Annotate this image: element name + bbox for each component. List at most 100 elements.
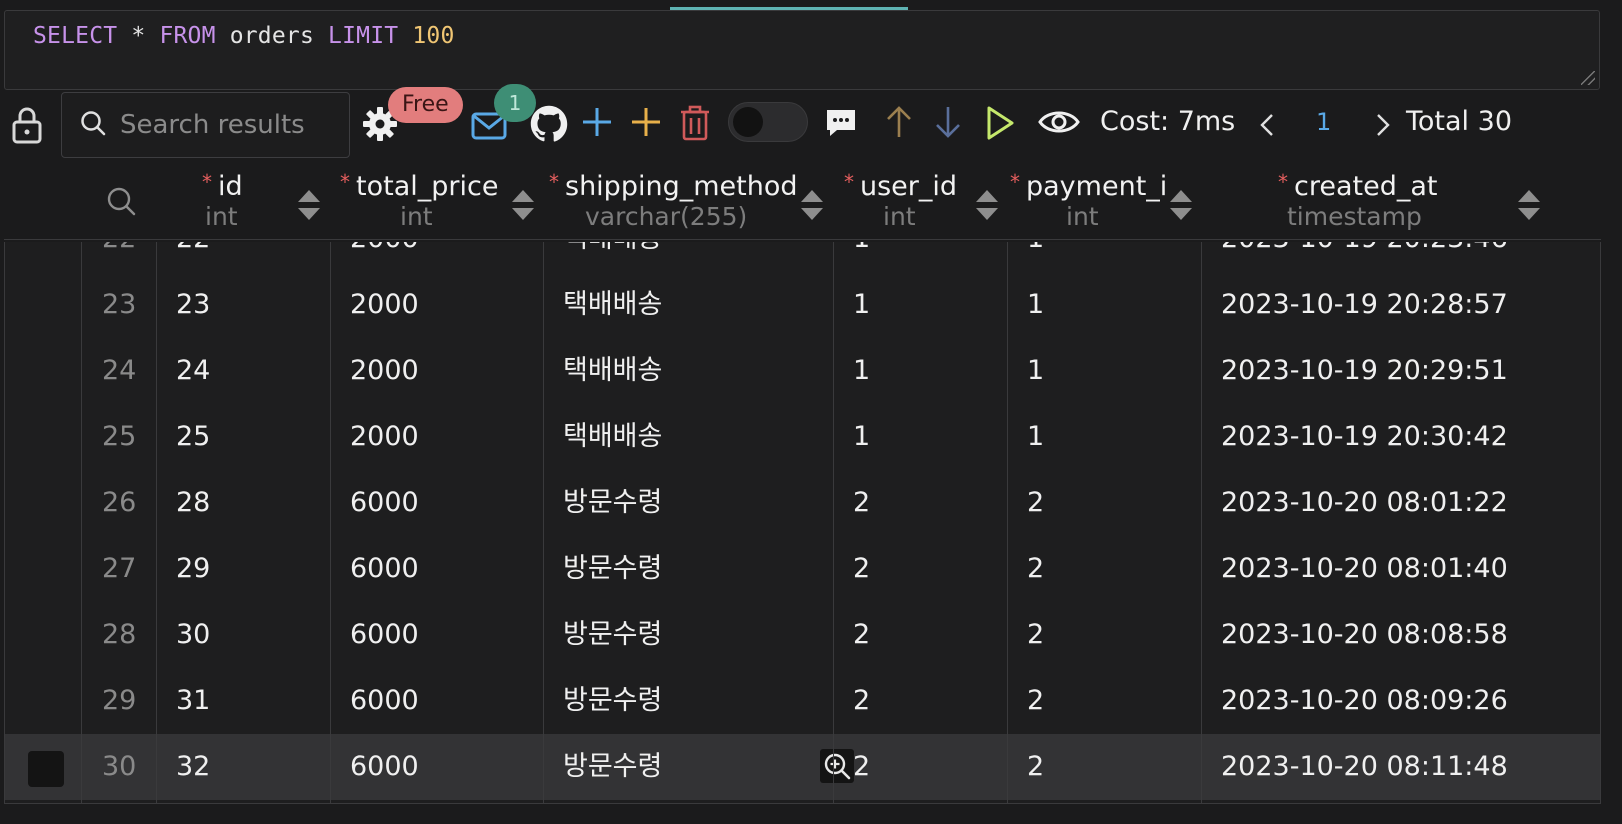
search-input[interactable] [118, 109, 328, 141]
zoom-in-icon[interactable] [820, 749, 854, 783]
cell-payment-i[interactable]: 2 [1007, 734, 1201, 800]
cell-created-at[interactable]: 2023-10-20 08:01:40 [1201, 536, 1600, 602]
column-header-shipping-method[interactable]: * shipping_method [549, 170, 797, 202]
chevron-left-icon[interactable] [1258, 112, 1276, 138]
cell-created-at[interactable]: 2023-10-19 20:30:42 [1201, 404, 1600, 470]
column-header-user-id[interactable]: * user_id [844, 170, 957, 202]
column-header-id[interactable]: * id [202, 170, 243, 202]
cell-shipping-method[interactable]: 방문수령 [543, 668, 833, 734]
sort-icon[interactable] [801, 190, 823, 220]
cell-payment-i[interactable]: 2 [1007, 602, 1201, 668]
cell-payment-i[interactable]: 1 [1007, 272, 1201, 338]
cell-total-price[interactable]: 6000 [330, 602, 543, 668]
cell-user-id[interactable]: 2 [833, 536, 1007, 602]
cell-id[interactable]: 22 [156, 242, 330, 272]
table-row[interactable]: 29 31 6000 방문수령 2 2 2023-10-20 08:09:26 [5, 668, 1600, 734]
cell-id[interactable]: 32 [156, 734, 330, 800]
cell-id[interactable]: 31 [156, 668, 330, 734]
cell-id[interactable]: 24 [156, 338, 330, 404]
sort-icon[interactable] [976, 190, 998, 220]
cell-user-id[interactable]: 2 [833, 602, 1007, 668]
arrow-up-icon[interactable] [886, 104, 912, 140]
cell-id[interactable]: 29 [156, 536, 330, 602]
cell-shipping-method[interactable]: 택배배송 [543, 242, 833, 272]
cell-user-id[interactable]: 1 [833, 242, 1007, 272]
table-row[interactable]: 23 23 2000 택배배송 1 1 2023-10-19 20:28:57 [5, 272, 1600, 338]
cell-created-at[interactable]: 2023-10-20 08:08:58 [1201, 602, 1600, 668]
table-row[interactable]: 25 25 2000 택배배송 1 1 2023-10-19 20:30:42 [5, 404, 1600, 470]
cell-user-id[interactable]: 2 [833, 734, 1007, 800]
search-icon[interactable] [104, 184, 138, 218]
add-row-button[interactable] [579, 104, 615, 140]
cell-total-price[interactable]: 2000 [330, 242, 543, 272]
cell-total-price[interactable]: 6000 [330, 470, 543, 536]
cell-payment-i[interactable]: 2 [1007, 470, 1201, 536]
column-header-created-at[interactable]: * created_at [1278, 170, 1437, 202]
cell-total-price[interactable]: 6000 [330, 536, 543, 602]
eye-icon[interactable] [1038, 106, 1080, 138]
cell-total-price[interactable]: 2000 [330, 338, 543, 404]
sql-query-text[interactable]: SELECT * FROM orders LIMIT 100 [33, 23, 455, 49]
cell-payment-i[interactable]: 1 [1007, 338, 1201, 404]
cell-user-id[interactable]: 1 [833, 272, 1007, 338]
column-header-total-price[interactable]: * total_price [340, 170, 498, 202]
table-row[interactable]: 30 32 6000 방문수령 2 2 2023-10-20 08:11:48 [5, 734, 1600, 800]
search-icon [80, 110, 106, 140]
sort-icon[interactable] [1518, 190, 1540, 220]
cell-payment-i[interactable]: 1 [1007, 404, 1201, 470]
current-page[interactable]: 1 [1316, 108, 1331, 136]
table-row[interactable]: 27 29 6000 방문수령 2 2 2023-10-20 08:01:40 [5, 536, 1600, 602]
cell-payment-i[interactable]: 1 [1007, 242, 1201, 272]
comment-icon[interactable] [824, 106, 858, 140]
cell-created-at[interactable]: 2023-10-19 20:29:51 [1201, 338, 1600, 404]
cell-created-at[interactable]: 2023-10-20 08:01:22 [1201, 470, 1600, 536]
cell-shipping-method[interactable]: 방문수령 [543, 470, 833, 536]
cell-shipping-method[interactable]: 택배배송 [543, 404, 833, 470]
cell-payment-i[interactable]: 2 [1007, 536, 1201, 602]
cell-user-id[interactable]: 1 [833, 338, 1007, 404]
cell-total-price[interactable]: 2000 [330, 272, 543, 338]
cell-user-id[interactable]: 2 [833, 668, 1007, 734]
cell-id[interactable]: 25 [156, 404, 330, 470]
cell-shipping-method[interactable]: 방문수령 [543, 536, 833, 602]
chevron-right-icon[interactable] [1374, 112, 1392, 138]
arrow-down-icon[interactable] [935, 104, 961, 140]
cell-shipping-method[interactable]: 택배배송 [543, 338, 833, 404]
sort-icon[interactable] [298, 190, 320, 220]
cell-payment-i[interactable]: 2 [1007, 668, 1201, 734]
grid-header: * id int * total_price int * shipping_method var… [4, 162, 1601, 240]
column-header-payment-i[interactable]: * payment_i [1010, 170, 1167, 202]
cell-id[interactable]: 23 [156, 272, 330, 338]
cell-total-price[interactable]: 6000 [330, 734, 543, 800]
table-row[interactable]: 24 24 2000 택배배송 1 1 2023-10-19 20:29:51 [5, 338, 1600, 404]
github-icon[interactable] [529, 104, 569, 144]
free-badge[interactable]: Free [388, 87, 463, 123]
add-column-button[interactable] [628, 104, 664, 140]
play-icon[interactable] [984, 104, 1016, 142]
cell-created-at[interactable]: 2023-10-19 20:23:46 [1201, 242, 1600, 272]
cell-shipping-method[interactable]: 방문수령 [543, 734, 833, 800]
lock-icon[interactable] [10, 106, 44, 144]
cell-created-at[interactable]: 2023-10-20 08:09:26 [1201, 668, 1600, 734]
table-row[interactable]: 26 28 6000 방문수령 2 2 2023-10-20 08:01:22 [5, 470, 1600, 536]
cell-user-id[interactable]: 1 [833, 404, 1007, 470]
row-checkbox[interactable] [28, 751, 64, 787]
sort-icon[interactable] [1170, 190, 1192, 220]
table-row[interactable]: 22222000택배배송112023-10-19 20:23:46 [5, 242, 1600, 272]
cell-created-at[interactable]: 2023-10-19 20:28:57 [1201, 272, 1600, 338]
cell-shipping-method[interactable]: 택배배송 [543, 272, 833, 338]
delete-row-button[interactable] [678, 104, 712, 142]
sql-editor[interactable]: SELECT * FROM orders LIMIT 100 [4, 10, 1600, 90]
cell-total-price[interactable]: 6000 [330, 668, 543, 734]
table-row[interactable]: 28 30 6000 방문수령 2 2 2023-10-20 08:08:58 [5, 602, 1600, 668]
cell-id[interactable]: 30 [156, 602, 330, 668]
toggle-switch[interactable] [728, 102, 808, 142]
sort-icon[interactable] [512, 190, 534, 220]
search-results-box[interactable] [61, 92, 350, 158]
cell-user-id[interactable]: 2 [833, 470, 1007, 536]
cell-created-at[interactable]: 2023-10-20 08:11:48 [1201, 734, 1600, 800]
cell-shipping-method[interactable]: 방문수령 [543, 602, 833, 668]
cell-id[interactable]: 28 [156, 470, 330, 536]
resize-grip[interactable] [1581, 71, 1595, 85]
cell-total-price[interactable]: 2000 [330, 404, 543, 470]
